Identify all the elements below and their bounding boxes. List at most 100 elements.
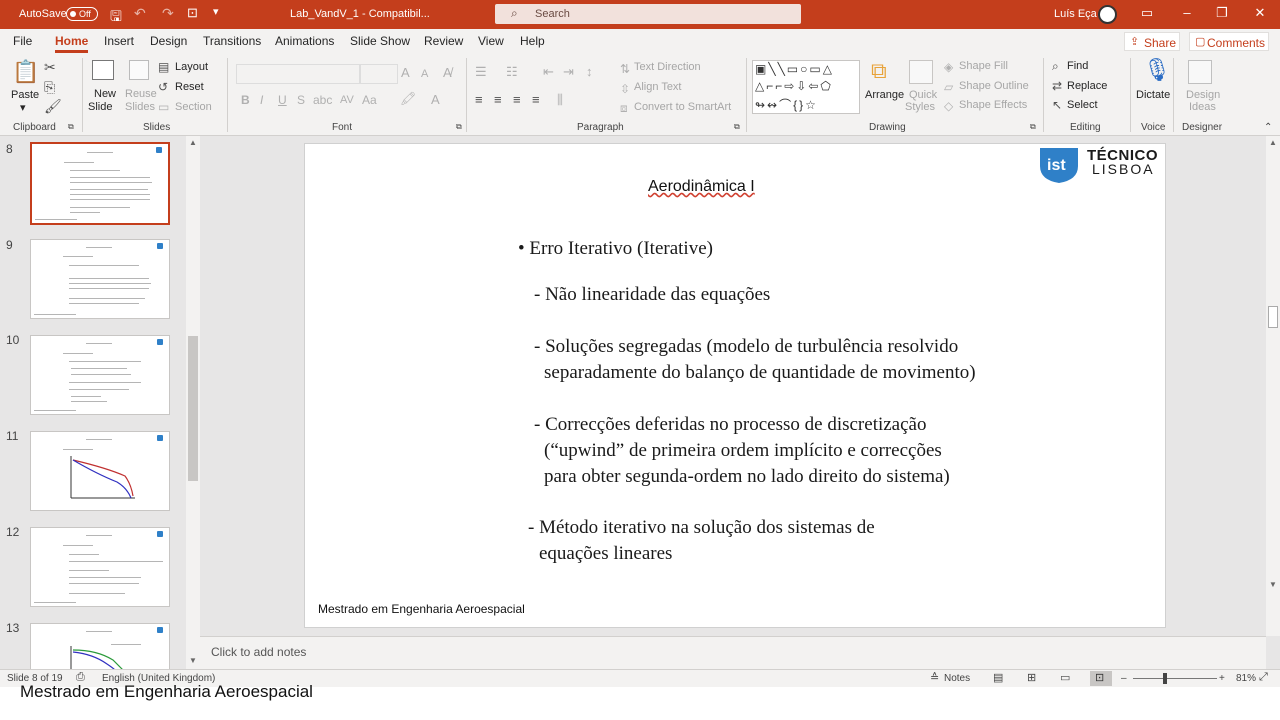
reset-icon[interactable]: ↺ — [158, 80, 168, 94]
minimize-icon[interactable]: – — [1177, 5, 1197, 20]
find-icon[interactable]: ⌕ — [1052, 59, 1059, 73]
scroll-down-icon[interactable]: ▼ — [1269, 580, 1277, 589]
slide-line[interactable]: (“upwind” de primeira ordem implícito e … — [544, 440, 942, 462]
layout-label[interactable]: Layout — [175, 61, 208, 73]
tab-slide-show[interactable]: Slide Show — [350, 34, 410, 48]
design-ideas-icon[interactable] — [1188, 60, 1212, 84]
slide-line[interactable]: - Correcções deferidas no processo de di… — [534, 414, 926, 436]
shadow-icon[interactable]: S — [297, 93, 305, 107]
italic-icon[interactable]: I — [260, 93, 263, 107]
undo-icon[interactable]: ↶ — [134, 5, 146, 22]
slide-thumbnail-12[interactable] — [30, 527, 170, 607]
collapse-ribbon-icon[interactable]: ⌃ — [1264, 122, 1272, 133]
search-box[interactable]: ⌕ Search — [495, 4, 801, 24]
drawing-launcher-icon[interactable]: ⧉ — [1030, 122, 1036, 132]
tab-home[interactable]: Home — [55, 34, 89, 53]
present-icon[interactable]: ⊡ — [187, 5, 198, 21]
paragraph-launcher-icon[interactable]: ⧉ — [734, 122, 740, 132]
columns-icon[interactable]: ⫼ — [557, 93, 563, 107]
tab-animations[interactable]: Animations — [275, 34, 334, 48]
customize-qat-icon[interactable]: ▾ — [213, 5, 219, 18]
slide-thumbnail-10[interactable] — [30, 335, 170, 415]
tab-design[interactable]: Design — [150, 34, 187, 48]
ribbon-display-icon[interactable]: ▭ — [1137, 5, 1157, 21]
change-case-icon[interactable]: Aa — [362, 93, 377, 107]
new-slide-icon[interactable] — [92, 60, 114, 80]
redo-icon[interactable]: ↷ — [162, 5, 174, 22]
copy-icon[interactable]: ⎘ — [44, 80, 55, 94]
slide-scrollbar[interactable]: ▲ ▼ — [1266, 136, 1280, 636]
smartart-icon[interactable]: ⧈ — [620, 101, 628, 115]
share-button[interactable]: ⇪ Share — [1124, 32, 1180, 51]
reading-view-icon[interactable]: ▭ — [1060, 671, 1070, 684]
paste-label[interactable]: Paste — [11, 89, 39, 101]
layout-icon[interactable]: ▤ — [158, 60, 169, 74]
find-label[interactable]: Find — [1067, 60, 1088, 72]
clear-formatting-icon[interactable]: A̸ — [443, 66, 452, 80]
new-slide-label-1[interactable]: New — [94, 88, 116, 100]
comments-button[interactable]: ▢ Comments — [1189, 32, 1269, 51]
tab-insert[interactable]: Insert — [104, 34, 134, 48]
replace-label[interactable]: Replace — [1067, 80, 1107, 92]
paste-icon[interactable]: 📋 — [12, 61, 39, 83]
shape-fill-label[interactable]: Shape Fill — [959, 60, 1008, 72]
strikethrough-icon[interactable]: abc — [313, 93, 332, 107]
save-icon[interactable]: 🖫 — [110, 6, 122, 30]
zoom-in-icon[interactable]: + — [1219, 673, 1225, 684]
increase-indent-icon[interactable]: ⇥ — [563, 65, 574, 79]
format-painter-icon[interactable]: 🖌 — [44, 99, 62, 113]
scroll-thumb[interactable] — [188, 336, 198, 481]
quick-styles-label-2[interactable]: Styles — [905, 101, 935, 113]
zoom-out-icon[interactable]: – — [1121, 673, 1127, 684]
align-text-icon[interactable]: ⇳ — [620, 82, 630, 96]
bullets-icon[interactable]: ☰ — [475, 65, 487, 79]
notes-pane[interactable]: Click to add notes — [200, 636, 1266, 669]
arrange-label[interactable]: Arrange — [865, 89, 904, 101]
line-spacing-icon[interactable]: ↕ — [586, 65, 593, 79]
shape-effects-label[interactable]: Shape Effects — [959, 99, 1027, 111]
cut-icon[interactable]: ✂ — [44, 60, 56, 74]
slide-thumbnail-8[interactable] — [30, 142, 170, 225]
dictate-label[interactable]: Dictate — [1136, 89, 1170, 101]
select-icon[interactable]: ↖ — [1052, 98, 1062, 112]
tab-help[interactable]: Help — [520, 34, 545, 48]
zoom-level[interactable]: 81% — [1236, 673, 1256, 684]
bullet-heading[interactable]: • Erro Iterativo (Iterative) — [518, 238, 713, 260]
reuse-label-2[interactable]: Slides — [125, 101, 155, 113]
font-name-select[interactable] — [236, 64, 360, 84]
tab-file[interactable]: File — [13, 34, 32, 48]
autosave-toggle[interactable]: Off — [66, 7, 98, 21]
slide-line[interactable]: equações lineares — [539, 543, 672, 565]
align-left-icon[interactable]: ≡ — [475, 93, 483, 107]
fit-to-window-icon[interactable]: ⤢ — [1259, 671, 1268, 684]
font-launcher-icon[interactable]: ⧉ — [456, 122, 462, 132]
slide-line[interactable]: separadamente do balanço de quantidade d… — [544, 362, 976, 384]
section-label[interactable]: Section — [175, 101, 212, 113]
design-ideas-label-2[interactable]: Ideas — [1189, 101, 1216, 113]
shape-outline-icon[interactable]: ▱ — [944, 80, 953, 94]
design-ideas-label-1[interactable]: Design — [1186, 89, 1220, 101]
notes-toggle-icon[interactable]: ≙ — [930, 671, 939, 684]
normal-view-icon[interactable]: ▤ — [993, 671, 1003, 684]
decrease-indent-icon[interactable]: ⇤ — [543, 65, 554, 79]
notes-placeholder[interactable]: Click to add notes — [211, 645, 306, 659]
increase-font-icon[interactable]: A — [401, 66, 410, 80]
scroll-thumb[interactable] — [1268, 306, 1278, 328]
zoom-slider-track[interactable] — [1133, 678, 1217, 679]
align-text-label[interactable]: Align Text — [634, 81, 682, 93]
numbering-icon[interactable]: ☷ — [506, 65, 518, 79]
shape-fill-icon[interactable]: ◈ — [944, 60, 953, 74]
section-icon[interactable]: ▭ — [158, 100, 169, 114]
slide-thumbnail-9[interactable] — [30, 239, 170, 319]
reset-label[interactable]: Reset — [175, 81, 204, 93]
slide-title[interactable]: Aerodinâmica I — [648, 178, 755, 196]
text-direction-icon[interactable]: ⇅ — [620, 62, 630, 76]
slide-line[interactable]: - Método iterativo na solução dos sistem… — [528, 517, 875, 539]
reuse-slides-icon[interactable] — [129, 60, 149, 80]
tab-review[interactable]: Review — [424, 34, 463, 48]
paste-dropdown-icon[interactable]: ▾ — [20, 101, 26, 114]
zoom-slider-thumb[interactable] — [1163, 673, 1167, 684]
slide-line[interactable]: para obter segunda-ordem no lado direito… — [544, 466, 950, 488]
restore-icon[interactable]: ❐ — [1212, 5, 1232, 21]
underline-icon[interactable]: U — [278, 93, 287, 107]
